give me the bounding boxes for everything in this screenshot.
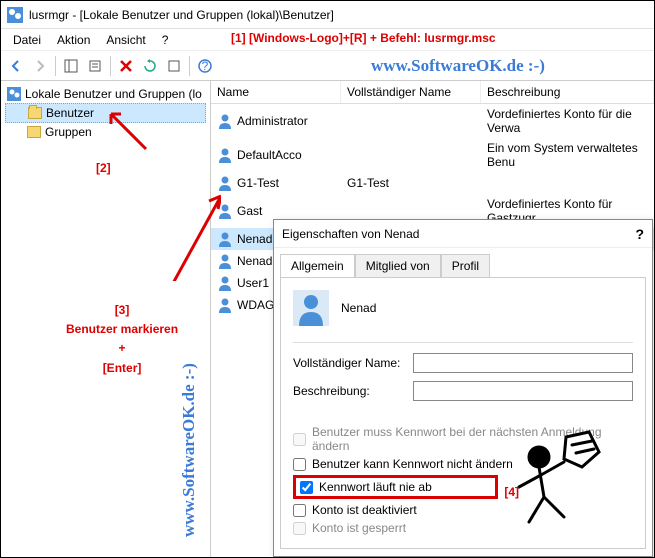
tree-groups-label: Gruppen xyxy=(45,125,92,139)
checkbox-label-neverexpire: Kennwort läuft nie ab xyxy=(319,480,432,494)
export-list-button[interactable] xyxy=(163,55,185,77)
list-cell-description: Ein vom System verwaltetes Benu xyxy=(487,141,648,169)
help-button[interactable]: ? xyxy=(194,55,216,77)
menu-action[interactable]: Aktion xyxy=(49,31,98,49)
annotation-arrow-2 xyxy=(106,109,156,159)
window-titlebar: lusrmgr - [Lokale Benutzer und Gruppen (… xyxy=(1,1,654,29)
checkbox-row-neverexpire[interactable]: Kennwort läuft nie ab xyxy=(293,475,498,499)
checkbox-mustchange xyxy=(293,433,306,446)
list-row[interactable]: G1-Test G1-Test xyxy=(211,172,654,194)
user-icon xyxy=(217,113,233,129)
label-description: Beschreibung: xyxy=(293,384,413,398)
menu-help[interactable]: ? xyxy=(154,31,177,49)
col-header-name[interactable]: Name xyxy=(211,81,341,103)
annotation-1: [1] [Windows-Logo]+[R] + Befehl: lusrmgr… xyxy=(231,31,496,45)
refresh-button[interactable] xyxy=(139,55,161,77)
list-row[interactable]: Administrator Vordefiniertes Konto für d… xyxy=(211,104,654,138)
list-cell-name: Gast xyxy=(237,204,262,218)
list-cell-fullname: G1-Test xyxy=(347,176,389,190)
list-cell-description: Vordefiniertes Konto für die Verwa xyxy=(487,107,648,135)
list-cell-name: DefaultAcco xyxy=(237,148,302,162)
delete-button[interactable] xyxy=(115,55,137,77)
folder-open-icon xyxy=(28,107,42,119)
col-header-description[interactable]: Beschreibung xyxy=(481,81,654,103)
dialog-body: Nenad Vollständiger Name: Beschreibung: … xyxy=(280,277,646,549)
list-row[interactable]: DefaultAcco Ein vom System verwaltetes B… xyxy=(211,138,654,172)
user-large-icon xyxy=(293,290,329,326)
annotation-arrow-3 xyxy=(161,191,221,281)
tab-profile[interactable]: Profil xyxy=(441,254,490,277)
input-description[interactable] xyxy=(413,381,633,401)
tree-users-label: Benutzer xyxy=(46,106,94,120)
dialog-titlebar: Eigenschaften von Nenad ? xyxy=(274,220,652,248)
tab-memberof[interactable]: Mitglied von xyxy=(355,254,441,277)
list-cell-name: Administrator xyxy=(237,114,308,128)
checkbox-locked xyxy=(293,522,306,535)
watermark-side: www.SoftwareOK.de :-) xyxy=(179,363,199,537)
tree-root-label: Lokale Benutzer und Gruppen (lo xyxy=(25,87,202,101)
menu-view[interactable]: Ansicht xyxy=(98,31,153,49)
checkbox-label-disabled: Konto ist deaktiviert xyxy=(312,503,417,517)
window-title: lusrmgr - [Lokale Benutzer und Gruppen (… xyxy=(29,8,334,22)
list-cell-name: Nenad xyxy=(237,232,272,246)
checkbox-row-disabled[interactable]: Konto ist deaktiviert xyxy=(293,503,633,517)
label-fullname: Vollständiger Name: xyxy=(293,356,413,370)
checkbox-label-locked: Konto ist gesperrt xyxy=(312,521,406,535)
tree-root-node[interactable]: Lokale Benutzer und Gruppen (lo xyxy=(5,85,206,103)
menu-file[interactable]: Datei xyxy=(5,31,49,49)
list-header: Name Vollständiger Name Beschreibung xyxy=(211,81,654,104)
folder-icon xyxy=(27,126,41,138)
checkbox-row-mustchange: Benutzer muss Kennwort bei der nächsten … xyxy=(293,425,633,453)
dialog-tabs: Allgemein Mitglied von Profil xyxy=(280,254,646,277)
dialog-help-icon[interactable]: ? xyxy=(635,226,644,242)
checkbox-disabled[interactable] xyxy=(293,504,306,517)
properties-dialog: Eigenschaften von Nenad ? Allgemein Mitg… xyxy=(273,219,653,557)
dialog-title: Eigenschaften von Nenad xyxy=(282,227,419,241)
input-fullname[interactable] xyxy=(413,353,633,373)
user-icon xyxy=(217,175,233,191)
nav-forward-button[interactable] xyxy=(29,55,51,77)
annotation-4-label: [4] xyxy=(504,485,519,499)
checkbox-row-locked: Konto ist gesperrt xyxy=(293,521,633,535)
col-header-fullname[interactable]: Vollständiger Name xyxy=(341,81,481,103)
users-groups-icon xyxy=(7,87,21,101)
annotation-2-label: [2] xyxy=(96,161,111,175)
user-icon xyxy=(217,297,233,313)
annotation-3-text: [3] Benutzer markieren + [Enter] xyxy=(66,301,178,378)
properties-button[interactable] xyxy=(84,55,106,77)
checkbox-row-cannotchange[interactable]: Benutzer kann Kennwort nicht ändern xyxy=(293,457,633,471)
toolbar: ? xyxy=(1,51,654,81)
dialog-username: Nenad xyxy=(341,301,376,315)
watermark-top: www.SoftwareOK.de :-) xyxy=(371,56,545,76)
list-cell-name: G1-Test xyxy=(237,176,279,190)
app-icon xyxy=(7,7,23,23)
user-icon xyxy=(217,147,233,163)
nav-back-button[interactable] xyxy=(5,55,27,77)
tab-general[interactable]: Allgemein xyxy=(280,254,355,277)
checkbox-neverexpire[interactable] xyxy=(300,481,313,494)
list-cell-name: User1 xyxy=(237,276,269,290)
checkbox-label-cannotchange: Benutzer kann Kennwort nicht ändern xyxy=(312,457,513,471)
checkbox-cannotchange[interactable] xyxy=(293,458,306,471)
checkbox-label-mustchange: Benutzer muss Kennwort bei der nächsten … xyxy=(312,425,633,453)
show-hide-tree-button[interactable] xyxy=(60,55,82,77)
svg-text:?: ? xyxy=(202,59,209,73)
